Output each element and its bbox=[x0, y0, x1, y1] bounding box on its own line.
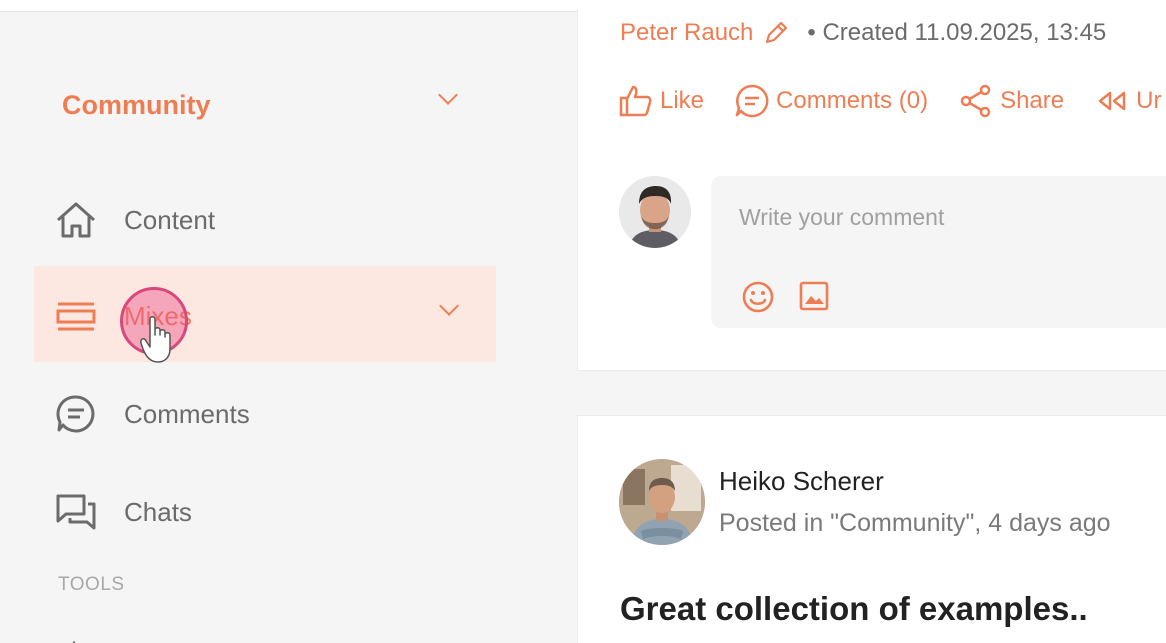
share-button[interactable]: Share bbox=[958, 83, 1064, 119]
sidebar: Community Content Mixes Comments Chats T… bbox=[0, 12, 578, 643]
image-icon[interactable] bbox=[798, 280, 830, 312]
unshare-label: Ur bbox=[1136, 87, 1162, 114]
community-label: Community bbox=[62, 90, 211, 120]
sidebar-item-label: Comments bbox=[124, 399, 250, 429]
avatar[interactable] bbox=[619, 459, 705, 545]
edit-icon[interactable] bbox=[763, 20, 789, 46]
user-portrait bbox=[619, 459, 705, 545]
post-meta: Posted in "Community", 4 days ago bbox=[719, 509, 1111, 537]
like-button[interactable]: Like bbox=[618, 83, 704, 119]
post-actions: Like Comments (0) Share Ur bbox=[618, 82, 1166, 120]
mixes-icon bbox=[56, 302, 96, 331]
chevron-down-icon bbox=[438, 85, 458, 105]
unshare-button[interactable]: Ur bbox=[1094, 83, 1161, 119]
community-dropdown[interactable]: Community bbox=[62, 78, 462, 120]
comment-composer bbox=[711, 176, 1166, 328]
sidebar-item-chats[interactable]: Chats bbox=[34, 462, 496, 558]
avatar[interactable] bbox=[619, 176, 691, 248]
share-icon bbox=[960, 84, 991, 118]
comment-icon bbox=[56, 395, 95, 433]
sidebar-item-label: Content bbox=[124, 205, 216, 235]
home-icon bbox=[57, 202, 95, 238]
user-portrait bbox=[619, 176, 691, 248]
post-card: Peter Rauch • Created 11.09.2025, 13:45 … bbox=[577, 10, 1166, 371]
comment-icon bbox=[735, 84, 769, 118]
like-label: Like bbox=[660, 87, 705, 114]
comments-label: Comments (0) bbox=[776, 87, 929, 114]
hand-cursor-icon bbox=[140, 316, 171, 363]
post-card: Heiko Scherer Posted in "Community", 4 d… bbox=[577, 415, 1166, 643]
sidebar-item-content[interactable]: Content bbox=[34, 170, 496, 266]
chevron-down-icon[interactable] bbox=[439, 296, 459, 316]
emoji-icon[interactable] bbox=[741, 280, 775, 314]
sidebar-item-comments[interactable]: Comments bbox=[34, 364, 496, 460]
post-created: • Created 11.09.2025, 13:45 bbox=[807, 19, 1107, 46]
comment-input[interactable] bbox=[739, 204, 1139, 231]
thumbs-up-icon bbox=[619, 85, 652, 117]
post-title[interactable]: Great collection of examples.. bbox=[620, 590, 1088, 628]
comments-button[interactable]: Comments (0) bbox=[734, 83, 928, 119]
share-label: Share bbox=[1000, 87, 1065, 114]
sidebar-item-label: Chats bbox=[124, 497, 192, 527]
sidebar-item-mixes[interactable]: Mixes bbox=[34, 266, 496, 362]
post-author[interactable]: Peter Rauch bbox=[620, 19, 753, 47]
post-author[interactable]: Heiko Scherer bbox=[719, 466, 884, 497]
chats-icon bbox=[56, 494, 96, 530]
tools-section-title: TOOLS bbox=[58, 574, 125, 595]
rewind-icon bbox=[1098, 91, 1126, 111]
post-header: Peter Rauch • Created 11.09.2025, 13:45 bbox=[620, 18, 1106, 48]
